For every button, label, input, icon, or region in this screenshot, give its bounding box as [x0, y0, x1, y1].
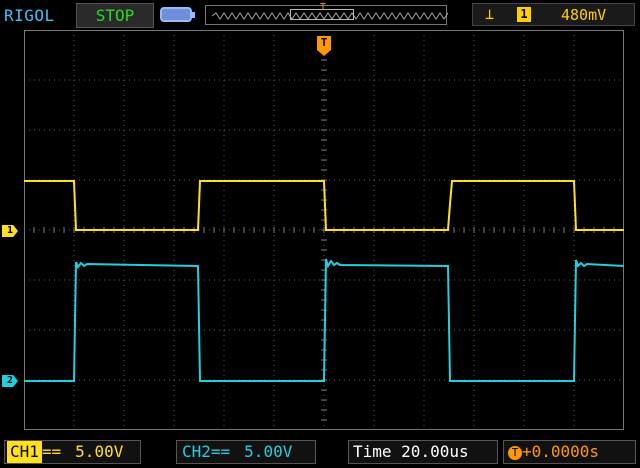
ch1-coupling-icon: ==	[41, 442, 62, 461]
trigger-info[interactable]: ⊥ 1 480mV	[472, 3, 635, 26]
trigger-offset-icon: T	[508, 445, 522, 460]
run-stop-status[interactable]: STOP	[76, 3, 154, 28]
ch2-label: CH2	[182, 442, 211, 461]
graticule	[24, 30, 624, 430]
status-bar: RIGOL STOP T ⊥ 1 480mV	[0, 0, 640, 30]
trigger-level: 480mV	[561, 6, 607, 24]
time-label: Time	[353, 442, 392, 461]
ch2-coupling-icon: ==	[210, 442, 231, 461]
ch2-ground-marker[interactable]: 2	[2, 375, 18, 387]
ch1-label: CH1	[7, 441, 42, 463]
ch2-scale-box[interactable]: CH2== 5.00V	[176, 440, 316, 464]
ch1-scale-box[interactable]: CH1 == 5.00V	[4, 440, 141, 464]
ch1-ground-marker[interactable]: 1	[2, 225, 18, 237]
waveform-display[interactable]	[24, 30, 624, 430]
footer-bar: CH1 == 5.00V CH2== 5.00V Time 20.00us T +0.0…	[0, 437, 640, 468]
ch1-scale: 5.00V	[75, 442, 124, 461]
memory-depth-bar: T	[205, 2, 457, 25]
timebase-box[interactable]: Time 20.00us	[348, 440, 498, 464]
battery-icon	[160, 7, 195, 22]
trigger-offset-value: +0.0000s	[522, 442, 600, 461]
ch2-trace	[24, 258, 624, 382]
brand-logo: RIGOL	[4, 6, 55, 25]
trigger-edge-icon: ⊥	[485, 5, 495, 23]
ch2-scale: 5.00V	[244, 442, 293, 461]
time-scale: 20.00us	[401, 442, 469, 461]
ch1-trace	[24, 180, 624, 231]
memory-trigger-marker: T	[320, 2, 327, 13]
trigger-source-badge: 1	[517, 7, 531, 22]
trigger-offset-box[interactable]: T +0.0000s	[503, 440, 636, 464]
